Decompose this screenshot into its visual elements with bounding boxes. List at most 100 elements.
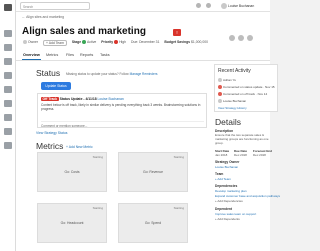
breadcrumb-label: Align sites and marketing [26, 15, 65, 19]
breadcrumb[interactable]: ← Align sites and marketing [22, 15, 64, 19]
avatar [218, 78, 222, 83]
stage-value[interactable]: Active [87, 40, 96, 44]
settings-icon[interactable] [4, 142, 12, 149]
main-column: Status Missing status to update your sta… [16, 62, 209, 251]
priority-value[interactable]: High [119, 40, 126, 44]
activity-row: Commented on status update · Nov 15 [218, 85, 276, 90]
tab-reports[interactable]: Reports [80, 53, 93, 57]
dependency-link[interactable]: Expand customer base and acquisition pat… [215, 194, 280, 198]
dependent-link[interactable]: Improve sales team on support [215, 212, 256, 216]
status-heading: Status [36, 68, 61, 78]
flag-icon: ! [173, 29, 181, 36]
metric-tile-name: Go: Costs [64, 170, 80, 174]
update-status-button[interactable]: Update Status [41, 82, 71, 90]
strategy-meta: Owner + Add Team Stage Active Priority H… [23, 39, 212, 46]
tab-metrics[interactable]: Metrics [46, 53, 58, 57]
home-icon[interactable] [4, 30, 12, 37]
add-dependency-link[interactable]: + Add Dependencies [215, 199, 243, 203]
reports-icon[interactable] [4, 72, 12, 79]
avatar [221, 2, 227, 9]
dependent-label: Dependent [215, 207, 233, 211]
user-name: Louise Buchanan [228, 3, 255, 8]
activity-text: Commented on off track · Nov 14 [223, 92, 268, 96]
metric-tile[interactable]: Starting Go: Headcount [37, 203, 107, 243]
owner-link[interactable]: Louise Buchanan [215, 165, 238, 169]
metric-tile-name: Go: Spend [144, 221, 162, 225]
manage-reminders-link[interactable]: Manage Reminders [130, 72, 158, 76]
metric-tile[interactable]: Starting Go: Spend [118, 203, 188, 243]
owner-label: Owner [28, 40, 38, 44]
more-icon[interactable] [247, 35, 253, 41]
stage-label: Stage [71, 40, 82, 44]
metric-tile-name: Go: Revenue [143, 170, 163, 174]
metric-tile[interactable]: Starting Go: Revenue [118, 152, 188, 192]
priority-dot [114, 40, 119, 45]
add-metric-link[interactable]: + Add New Metric [66, 145, 93, 149]
metric-tile-meta: Starting [173, 155, 184, 159]
tasks-icon[interactable] [4, 128, 12, 135]
tab-files[interactable]: Files [66, 53, 74, 57]
status-note-text: Missing status to update your status? Fo… [66, 72, 129, 76]
budget-value: $1,000,000 [191, 40, 208, 44]
add-team-link[interactable]: + Add Team [215, 177, 231, 181]
view-updates-link[interactable]: View Strategy Status [36, 131, 67, 135]
comment-input[interactable]: Comment or mention someone... [41, 121, 204, 128]
team-label: Team [215, 172, 224, 176]
stage-dot [82, 40, 87, 45]
strategy-icon[interactable] [4, 44, 12, 51]
forecast-value[interactable]: Dec 2018 [253, 153, 272, 157]
recent-activity-card: Recent Activity Adrian Yu Commented on s… [214, 64, 278, 112]
status-card: Off Track Status Update - 4/11/18 Louise… [37, 93, 207, 128]
start-date-value[interactable]: Jan 2018 [215, 153, 234, 157]
activity-row: Commented on off track · Nov 14 [218, 92, 276, 97]
add-dependent-link[interactable]: + Add Dependents [215, 217, 240, 221]
share-icon[interactable] [238, 35, 244, 41]
due-date[interactable]: Due: December 31 [131, 39, 159, 46]
due-date-value[interactable]: Dec 2018 [234, 153, 253, 157]
metric-tile-meta: Starting [173, 206, 184, 210]
owner-avatar [23, 40, 27, 45]
status-reminder-note: Missing status to update your status? Fo… [66, 72, 157, 76]
files-icon[interactable] [4, 114, 12, 121]
avatar [218, 99, 222, 104]
activity-text: Louise Buchanan [223, 99, 247, 103]
search-input[interactable]: Search [20, 2, 90, 10]
tab-bar: Overview Metrics Files Reports Tasks [16, 49, 270, 61]
owner-label: Strategy Owner [215, 160, 240, 164]
metric-tile-meta: Starting [92, 155, 103, 159]
metric-tile[interactable]: Starting Go: Costs [37, 152, 107, 192]
priority-label: Priority [101, 40, 114, 44]
metrics-heading: Metrics [36, 141, 64, 151]
activity-row: Louise Buchanan [218, 99, 276, 104]
add-team-button[interactable]: + Add Team [42, 39, 67, 46]
status-badge: Off Track [41, 97, 59, 101]
comment-icon [218, 92, 222, 97]
header-actions [226, 28, 253, 46]
recent-activity-title: Recent Activity [218, 68, 251, 74]
calendar-icon[interactable] [4, 100, 12, 107]
people-icon[interactable] [4, 86, 12, 93]
star-icon[interactable] [229, 35, 235, 41]
metrics-icon[interactable] [4, 58, 12, 65]
tab-tasks[interactable]: Tasks [100, 53, 110, 57]
status-author[interactable]: Louise Buchanan [98, 97, 124, 101]
page-title: Align sales and marketing [22, 26, 146, 37]
metric-tile-name: Go: Headcount [60, 221, 84, 225]
details-heading: Details [215, 117, 241, 127]
tab-overview[interactable]: Overview [22, 53, 41, 60]
comment-icon [218, 85, 222, 90]
dependency-link[interactable]: Develop marketing plan [215, 189, 247, 193]
activity-text: Adrian Yu [223, 78, 236, 82]
user-menu[interactable]: Louise Buchanan [221, 2, 255, 10]
dependencies-label: Dependencies [215, 184, 238, 188]
status-update-title: Status Update - 4/11/18 [59, 97, 97, 101]
status-card-header: Off Track Status Update - 4/11/18 Louise… [41, 97, 124, 101]
help-icon[interactable] [206, 3, 211, 8]
menu-icon[interactable] [4, 4, 12, 11]
activity-row: Adrian Yu [218, 78, 276, 83]
app-sidebar [0, 0, 16, 251]
notification-icon[interactable] [196, 3, 201, 8]
view-history-link[interactable]: View Strategy History [218, 106, 247, 110]
side-column: Recent Activity Adrian Yu Commented on s… [212, 62, 280, 251]
description-text: Ensure that the two separate sales & mar… [215, 133, 269, 145]
